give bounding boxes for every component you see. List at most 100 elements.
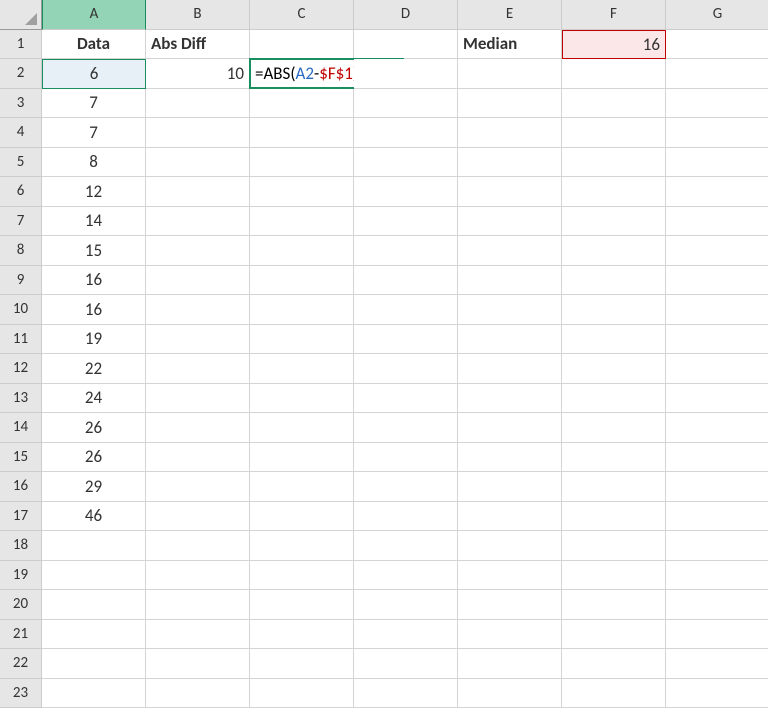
cell-E5[interactable] — [458, 148, 562, 178]
cell-G16[interactable] — [666, 472, 768, 502]
row-header-6[interactable]: 6 — [0, 177, 42, 207]
cell-E8[interactable] — [458, 236, 562, 266]
cell-G6[interactable] — [666, 177, 768, 207]
cell-C13[interactable] — [250, 384, 354, 414]
column-header-C[interactable]: C — [250, 0, 354, 30]
cell-D11[interactable] — [354, 325, 458, 355]
column-header-F[interactable]: F — [562, 0, 666, 30]
cell-G4[interactable] — [666, 118, 768, 148]
row-header-18[interactable]: 18 — [0, 531, 42, 561]
cell-A21[interactable] — [42, 620, 146, 650]
cell-C2[interactable]: =ABS(A2-$F$1) — [250, 59, 354, 89]
row-header-16[interactable]: 16 — [0, 472, 42, 502]
row-header-14[interactable]: 14 — [0, 413, 42, 443]
cell-F15[interactable] — [562, 443, 666, 473]
cell-D4[interactable] — [354, 118, 458, 148]
cell-A9[interactable]: 16 — [42, 266, 146, 296]
cell-D12[interactable] — [354, 354, 458, 384]
row-header-5[interactable]: 5 — [0, 148, 42, 178]
cell-B7[interactable] — [146, 207, 250, 237]
cell-A8[interactable]: 15 — [42, 236, 146, 266]
cell-F23[interactable] — [562, 679, 666, 709]
cell-A12[interactable]: 22 — [42, 354, 146, 384]
cell-A11[interactable]: 19 — [42, 325, 146, 355]
select-all-corner[interactable] — [0, 0, 42, 30]
cell-B19[interactable] — [146, 561, 250, 591]
cell-E23[interactable] — [458, 679, 562, 709]
cell-C20[interactable] — [250, 590, 354, 620]
row-header-23[interactable]: 23 — [0, 679, 42, 709]
cell-D21[interactable] — [354, 620, 458, 650]
cell-A17[interactable]: 46 — [42, 502, 146, 532]
cell-A23[interactable] — [42, 679, 146, 709]
cell-G23[interactable] — [666, 679, 768, 709]
row-header-21[interactable]: 21 — [0, 620, 42, 650]
row-header-1[interactable]: 1 — [0, 30, 42, 60]
cell-B4[interactable] — [146, 118, 250, 148]
cell-D3[interactable] — [354, 89, 458, 119]
cell-F9[interactable] — [562, 266, 666, 296]
cell-D17[interactable] — [354, 502, 458, 532]
row-header-8[interactable]: 8 — [0, 236, 42, 266]
cell-F17[interactable] — [562, 502, 666, 532]
cell-G3[interactable] — [666, 89, 768, 119]
cell-B15[interactable] — [146, 443, 250, 473]
cell-A2[interactable]: 6 — [42, 59, 146, 89]
column-header-E[interactable]: E — [458, 0, 562, 30]
row-header-17[interactable]: 17 — [0, 502, 42, 532]
cell-G11[interactable] — [666, 325, 768, 355]
row-header-7[interactable]: 7 — [0, 207, 42, 237]
cell-F3[interactable] — [562, 89, 666, 119]
cell-E7[interactable] — [458, 207, 562, 237]
cell-D14[interactable] — [354, 413, 458, 443]
cell-D5[interactable] — [354, 148, 458, 178]
cell-D9[interactable] — [354, 266, 458, 296]
cell-B23[interactable] — [146, 679, 250, 709]
cell-D16[interactable] — [354, 472, 458, 502]
cell-F16[interactable] — [562, 472, 666, 502]
cell-C15[interactable] — [250, 443, 354, 473]
cell-G2[interactable] — [666, 59, 768, 89]
cell-E10[interactable] — [458, 295, 562, 325]
cell-B18[interactable] — [146, 531, 250, 561]
cell-E3[interactable] — [458, 89, 562, 119]
cell-C19[interactable] — [250, 561, 354, 591]
cell-B6[interactable] — [146, 177, 250, 207]
row-header-10[interactable]: 10 — [0, 295, 42, 325]
cell-G18[interactable] — [666, 531, 768, 561]
cell-D7[interactable] — [354, 207, 458, 237]
row-header-15[interactable]: 15 — [0, 443, 42, 473]
cell-F1[interactable]: 16 — [562, 30, 666, 60]
cell-A7[interactable]: 14 — [42, 207, 146, 237]
cell-A22[interactable] — [42, 649, 146, 679]
column-header-B[interactable]: B — [146, 0, 250, 30]
cell-C23[interactable] — [250, 679, 354, 709]
cell-A19[interactable] — [42, 561, 146, 591]
cell-C5[interactable] — [250, 148, 354, 178]
cell-B3[interactable] — [146, 89, 250, 119]
cell-G1[interactable] — [666, 30, 768, 60]
cell-D20[interactable] — [354, 590, 458, 620]
cell-A15[interactable]: 26 — [42, 443, 146, 473]
cell-E1[interactable]: Median — [458, 30, 562, 60]
cell-F11[interactable] — [562, 325, 666, 355]
row-header-3[interactable]: 3 — [0, 89, 42, 119]
cell-G9[interactable] — [666, 266, 768, 296]
cell-B17[interactable] — [146, 502, 250, 532]
cell-E18[interactable] — [458, 531, 562, 561]
cell-E14[interactable] — [458, 413, 562, 443]
row-header-20[interactable]: 20 — [0, 590, 42, 620]
cell-E9[interactable] — [458, 266, 562, 296]
cell-G15[interactable] — [666, 443, 768, 473]
cell-E12[interactable] — [458, 354, 562, 384]
cell-A6[interactable]: 12 — [42, 177, 146, 207]
cell-D19[interactable] — [354, 561, 458, 591]
cell-F22[interactable] — [562, 649, 666, 679]
cell-D2[interactable] — [354, 59, 458, 89]
cell-C12[interactable] — [250, 354, 354, 384]
cell-B5[interactable] — [146, 148, 250, 178]
cell-D18[interactable] — [354, 531, 458, 561]
cell-B9[interactable] — [146, 266, 250, 296]
cell-G7[interactable] — [666, 207, 768, 237]
cell-A1[interactable]: Data — [42, 30, 146, 60]
